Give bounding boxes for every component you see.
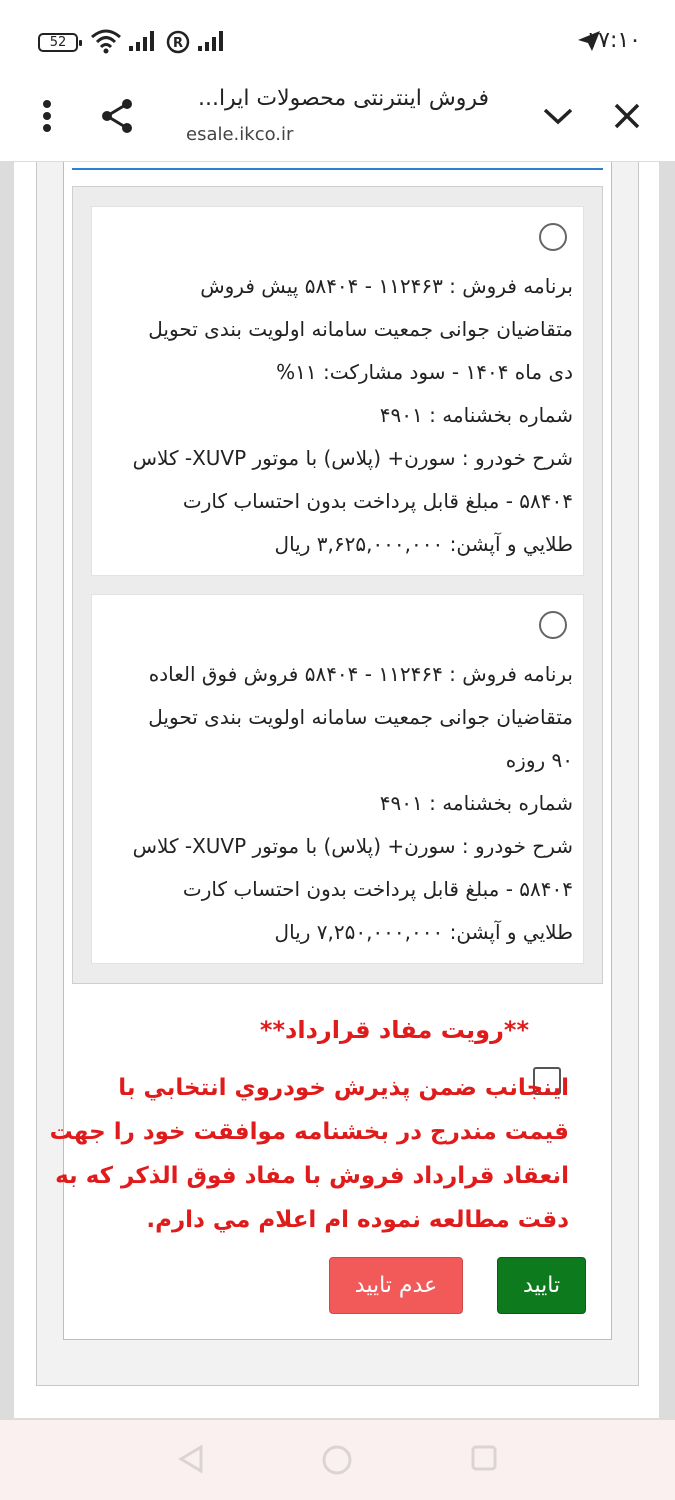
wifi-icon xyxy=(90,28,122,58)
recents-icon[interactable] xyxy=(470,1444,498,1476)
signal-strength-icon-2 xyxy=(197,28,227,56)
share-button[interactable] xyxy=(93,92,141,140)
page-url[interactable]: esale.ikco.ir xyxy=(186,124,293,145)
sale-option-2[interactable]: برنامه فروش : ۱۱۲۴۶۴ - ۵۸۴۰۴ فروش فوق ال… xyxy=(91,594,584,964)
system-navigation-bar xyxy=(0,1420,675,1500)
option-line: ۵۸۴۰۴ - مبلغ قابل پرداخت بدون احتساب کار… xyxy=(182,877,573,901)
option-line: شماره بخشنامه : ۴۹۰۱ xyxy=(379,791,573,815)
contract-terms-title: **رویت مفاد قرارداد** xyxy=(259,1016,529,1044)
agreement-line: انعقاد قرارداد فروش با مفاد فوق الذکر که… xyxy=(55,1163,569,1189)
page-title[interactable]: فروش اینترنتی محصولات ایرا... xyxy=(198,86,489,111)
back-icon[interactable] xyxy=(176,1444,206,1478)
option-description-1: برنامه فروش : ۱۱۲۴۶۳ - ۵۸۴۰۴ پیش فروش مت… xyxy=(95,265,573,566)
option-radio-1[interactable] xyxy=(539,223,567,251)
option-radio-2[interactable] xyxy=(539,611,567,639)
agreement-line: اینجانب ضمن پذیرش خودروي انتخابي با xyxy=(118,1075,569,1101)
option-line: طلايي و آپشن: ۷,۲۵۰,۰۰۰,۰۰۰ ریال xyxy=(274,920,573,944)
option-line: برنامه فروش : ۱۱۲۴۶۴ - ۵۸۴۰۴ فروش فوق ال… xyxy=(148,662,573,686)
clock: ۱۷:۱۰ xyxy=(586,28,641,53)
option-line: متقاضیان جوانی جمعیت سامانه اولویت بندی … xyxy=(148,317,573,341)
option-line: برنامه فروش : ۱۱۲۴۶۳ - ۵۸۴۰۴ پیش فروش xyxy=(200,274,573,298)
option-line: شرح خودرو : سورن+ (پلاس) با موتور XUVP- … xyxy=(132,834,573,858)
option-line: ۹۰ روزه xyxy=(505,748,573,772)
signal-strength-icon xyxy=(128,28,158,56)
agreement-line: قیمت مندرج در بخشنامه موافقت خود را جهت xyxy=(49,1119,569,1145)
roaming-icon: R xyxy=(166,30,190,58)
sale-option-1[interactable]: برنامه فروش : ۱۱۲۴۶۳ - ۵۸۴۰۴ پیش فروش مت… xyxy=(91,206,584,576)
section-divider xyxy=(72,168,603,170)
battery-indicator: 52 xyxy=(38,33,82,52)
option-line: ۵۸۴۰۴ - مبلغ قابل پرداخت بدون احتساب کار… xyxy=(182,489,573,513)
more-vert-icon xyxy=(43,100,51,132)
home-icon[interactable] xyxy=(321,1444,353,1480)
confirm-button[interactable]: تایید xyxy=(497,1257,586,1314)
chevron-down-icon xyxy=(543,108,573,125)
option-line: متقاضیان جوانی جمعیت سامانه اولویت بندی … xyxy=(148,705,573,729)
option-line: طلايي و آپشن: ۳,۶۲۵,۰۰۰,۰۰۰ ریال xyxy=(274,532,573,556)
collapse-button[interactable] xyxy=(534,92,582,140)
option-description-2: برنامه فروش : ۱۱۲۴۶۴ - ۵۸۴۰۴ فروش فوق ال… xyxy=(95,653,573,954)
share-icon xyxy=(102,99,132,133)
browser-header: فروش اینترنتی محصولات ایرا... esale.ikco… xyxy=(0,80,675,162)
close-icon xyxy=(614,103,640,129)
agreement-text: اینجانب ضمن پذیرش خودروي انتخابي با قیمت… xyxy=(49,1066,569,1242)
option-line: دی ماه ۱۴۰۴ - سود مشارکت: ۱۱% xyxy=(276,360,573,384)
more-options-button[interactable] xyxy=(23,92,71,140)
agreement-line: دقت مطالعه نموده ام اعلام مي دارم. xyxy=(146,1207,569,1233)
status-bar: 52 R ۱۷:۱۰ xyxy=(0,0,675,80)
option-line: شرح خودرو : سورن+ (پلاس) با موتور XUVP- … xyxy=(132,446,573,470)
option-line: شماره بخشنامه : ۴۹۰۱ xyxy=(379,403,573,427)
svg-text:R: R xyxy=(173,36,183,51)
reject-button[interactable]: عدم تایید xyxy=(329,1257,463,1314)
close-button[interactable] xyxy=(603,92,651,140)
